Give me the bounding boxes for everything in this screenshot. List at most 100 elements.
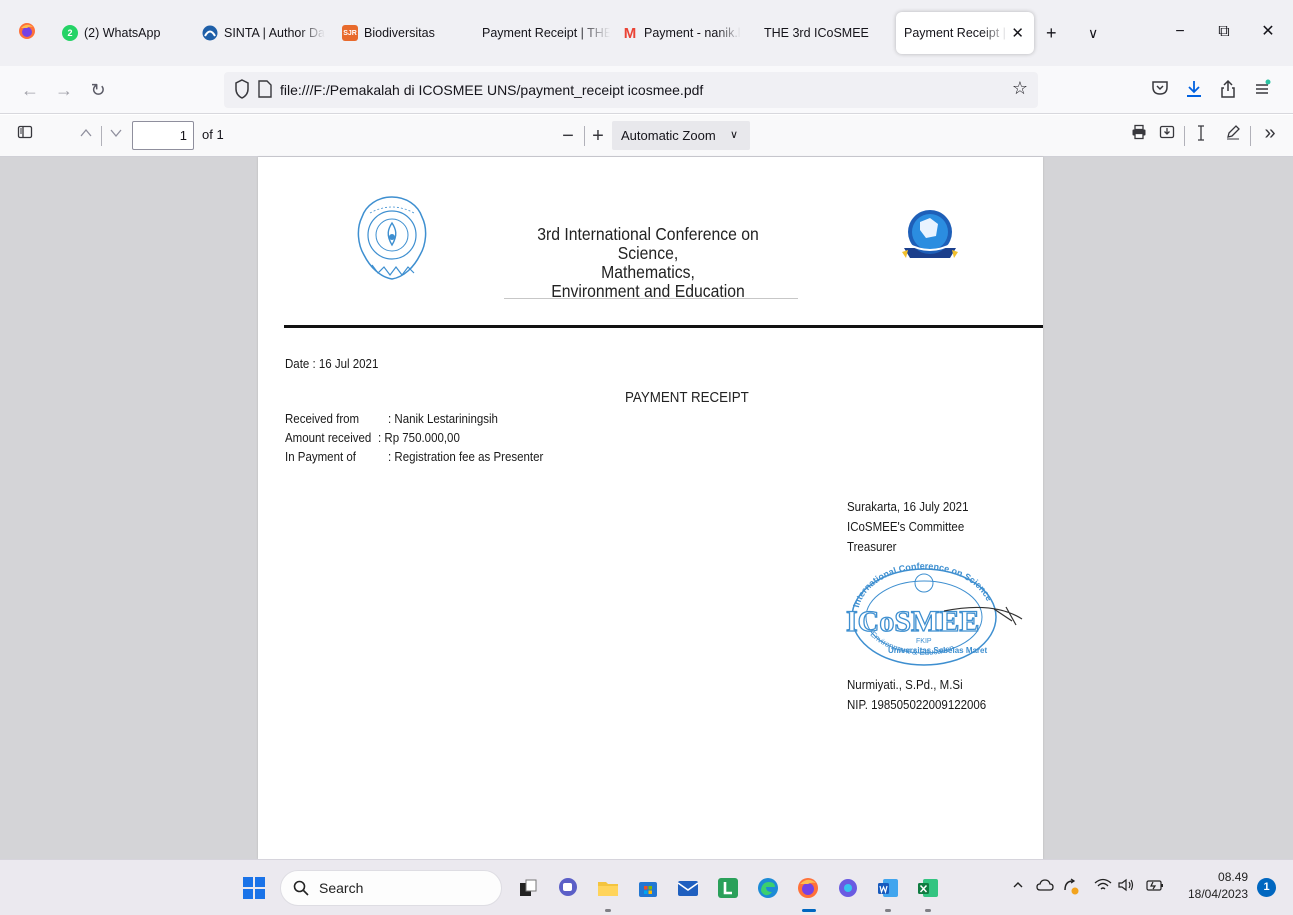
word-icon[interactable] [874,874,902,902]
tab-label: Payment Receipt | THE [482,26,610,40]
tab-label: THE 3rd ICoSMEE [764,26,869,40]
conference-title-line-2: Mathematics, [601,262,695,282]
zoom-out-button[interactable]: − [558,124,578,148]
notification-badge[interactable]: 1 [1257,878,1276,897]
tab-gmail-payment[interactable]: M Payment - nanik.l [614,12,754,54]
tab-label: Payment Receipt | T [904,26,1008,40]
sjr-icon: SJR [342,25,358,41]
reload-button[interactable]: ↻ [86,78,110,102]
tab-icosmee[interactable]: THE 3rd ICoSMEE [756,12,890,54]
copilot-icon[interactable] [834,874,862,902]
draw-pen-icon[interactable] [1222,124,1244,148]
l-app-icon[interactable] [714,874,742,902]
share-icon[interactable] [1216,79,1240,105]
tab-sinta[interactable]: SINTA | Author Da [194,12,326,54]
tab-payment-receipt-active[interactable]: Payment Receipt | T ✕ [896,12,1034,54]
excel-icon[interactable] [914,874,942,902]
icosmee-stamp: International Conference on Science Envi… [844,559,1024,667]
edge-browser-icon[interactable] [754,874,782,902]
signatory-nip: NIP. 198505022009122006 [847,698,987,712]
toolbar-separator [1184,126,1185,146]
tab-strip: 2 (2) WhatsApp SINTA | Author Da SJR Bio… [0,0,1293,66]
university-emblem-logo [356,193,428,283]
file-explorer-icon[interactable] [594,874,622,902]
text-tool-icon[interactable] [1190,124,1212,150]
volume-icon[interactable] [1118,878,1136,895]
minimize-button[interactable]: − [1168,20,1192,44]
more-tools-button[interactable]: » [1258,121,1282,145]
tab-label: (2) WhatsApp [84,26,161,40]
pdf-viewer-area[interactable]: 3rd International Conference on Science,… [0,157,1293,859]
icosmee-globe-logo [900,202,960,272]
tab-badge: 2 [67,28,73,38]
microsoft-store-icon[interactable] [634,874,662,902]
tracking-protection-shield-icon[interactable] [234,79,254,101]
stamp-ring-top-text: International Conference on Science [851,561,994,608]
bookmark-star-icon[interactable]: ☆ [1012,78,1028,99]
zoom-select-value: Automatic Zoom [621,128,716,143]
back-button[interactable]: ← [18,78,42,102]
tab-label: Biodiversitas [364,26,435,40]
list-all-tabs-button[interactable]: ∨ [1088,22,1098,44]
restore-button[interactable]: ⧉ [1212,20,1236,44]
windows-start-icon[interactable] [240,874,268,902]
url-text[interactable]: file:///F:/Pemakalah di ICOSMEE UNS/paym… [280,82,703,98]
taskbar-search[interactable]: Search [280,870,502,906]
forward-button[interactable]: → [52,78,76,102]
tab-whatsapp[interactable]: 2 (2) WhatsApp [54,12,184,54]
wifi-icon[interactable] [1094,878,1112,895]
stamp-fkip-text: FKIP [916,638,932,645]
navigation-toolbar: ← → ↻ file:///F:/Pemakalah di ICOSMEE UN… [0,66,1293,114]
app-menu-icon[interactable] [1250,79,1274,103]
previous-page-icon[interactable] [76,124,96,148]
pdf-page: 3rd International Conference on Science,… [258,157,1043,859]
pdf-toolbar: 1 of 1 − + Automatic Zoom ∨ » [0,115,1293,157]
new-tab-button[interactable]: + [1046,22,1057,44]
close-tab-icon[interactable]: ✕ [1011,24,1024,42]
payment-of-label: In Payment of [285,450,356,464]
stamp-main-text: ICoSMEE [846,605,979,638]
signature-role: Treasurer [847,540,897,554]
zoom-in-button[interactable]: + [588,124,608,148]
zoom-select[interactable]: Automatic Zoom ∨ [612,121,750,150]
mail-icon[interactable] [674,874,702,902]
page-number-input[interactable]: 1 [132,121,194,150]
active-indicator [802,909,816,912]
next-page-icon[interactable] [106,124,126,148]
received-from-value: : Nanik Lestariningsih [388,412,498,426]
close-window-button[interactable]: ✕ [1256,20,1280,44]
tab-payment-receipt-1[interactable]: Payment Receipt | THE [474,12,610,54]
search-icon [293,880,309,899]
gmail-icon-text: M [623,24,637,42]
chat-icon[interactable] [554,874,582,902]
chevron-down-icon: ∨ [729,129,738,141]
sync-status-icon[interactable] [1062,878,1080,899]
conference-title: 3rd International Conference on Science,… [513,225,783,301]
clock-time: 08.49 [1218,870,1249,884]
task-view-icon[interactable] [514,874,542,902]
title-underline [504,298,798,299]
running-indicator [885,909,891,912]
address-bar[interactable]: file:///F:/Pemakalah di ICOSMEE UNS/paym… [224,72,1038,108]
amount-received-value: : Rp 750.000,00 [378,431,460,445]
save-download-icon[interactable] [1156,124,1178,148]
tab-label: SINTA | Author Da [224,26,325,40]
pocket-icon[interactable] [1148,79,1172,103]
page-info-icon[interactable] [258,80,274,100]
sidebar-toggle-icon[interactable] [14,124,36,148]
whatsapp-icon: 2 [62,25,78,41]
clock-date: 18/04/2023 [1188,887,1249,901]
firefox-taskbar-icon[interactable] [794,874,822,902]
running-indicator [925,909,931,912]
onedrive-cloud-icon[interactable] [1036,878,1054,895]
downloads-icon[interactable] [1182,79,1206,105]
toolbar-separator [101,126,102,146]
firefox-menu-icon[interactable] [18,22,36,40]
page-count-label: of 1 [202,127,224,142]
tab-biodiversitas[interactable]: SJR Biodiversitas [334,12,464,54]
taskbar-clock[interactable]: 08.49 18/04/2023 [1188,869,1248,903]
print-icon[interactable] [1128,124,1150,148]
battery-icon[interactable] [1146,878,1164,895]
show-hidden-icons-chevron-icon[interactable] [1012,878,1024,894]
running-indicator [605,909,611,912]
